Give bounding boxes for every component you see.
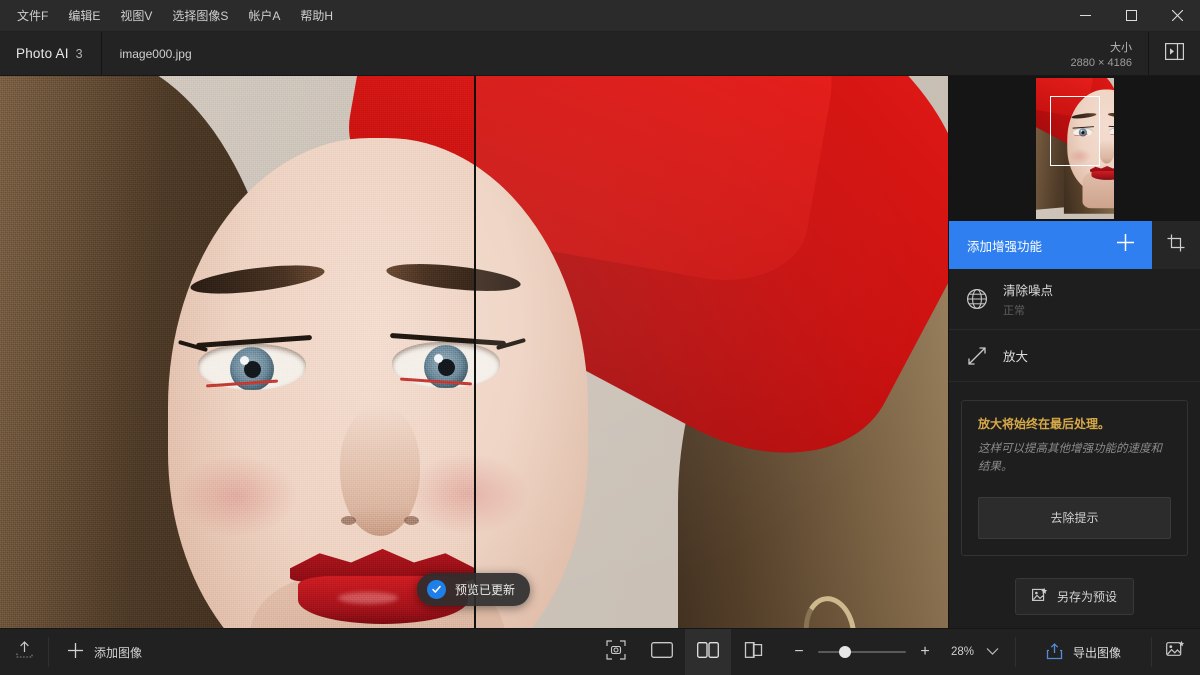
- menu-account[interactable]: 帐户A: [239, 6, 289, 26]
- share-button[interactable]: [0, 629, 48, 675]
- view-mode-split[interactable]: [684, 629, 731, 675]
- split-pane-icon: [697, 641, 719, 663]
- filename-label: image000.jpg: [119, 46, 192, 61]
- right-panel: 添加增强功能 清除噪点 正常 放大 放大将始终在最后处理。 这样可以提高其他增强…: [948, 76, 1200, 628]
- close-button[interactable]: [1154, 0, 1200, 31]
- size-label: 大小: [1110, 41, 1132, 54]
- filename-tab[interactable]: image000.jpg: [102, 32, 210, 75]
- face-detect-icon: [606, 639, 626, 665]
- zoom-value: 28%: [950, 646, 974, 658]
- menu-select-image[interactable]: 选择图像S: [163, 6, 237, 26]
- menu-help[interactable]: 帮助H: [291, 6, 342, 26]
- bottom-toolbar-spacer: [160, 629, 593, 675]
- export-image-label: 导出图像: [1072, 645, 1121, 660]
- app-header: Photo AI 3 image000.jpg 大小 2880 × 4186: [0, 32, 1200, 76]
- after-image: [476, 76, 948, 628]
- feature-upscale[interactable]: 放大: [949, 330, 1200, 382]
- add-enhancement-button[interactable]: 添加增强功能: [949, 221, 1152, 269]
- export-share-icon: [1046, 642, 1063, 663]
- preview-updated-toast: 预览已更新: [417, 573, 531, 606]
- plus-icon: [1116, 233, 1135, 257]
- toggle-right-panel-icon: [1165, 42, 1184, 65]
- toast-label: 预览已更新: [455, 583, 516, 597]
- feature-denoise[interactable]: 清除噪点 正常: [949, 269, 1200, 330]
- title-bar: 文件F 编辑E 视图V 选择图像S 帐户A 帮助H: [0, 0, 1200, 32]
- image-settings-button[interactable]: [1152, 629, 1200, 675]
- add-enhancement-label: 添加增强功能: [967, 239, 1043, 254]
- app-version: 3: [75, 46, 83, 61]
- zoom-slider-knob[interactable]: [839, 646, 852, 658]
- window-controls: [1062, 0, 1200, 31]
- view-mode-face-detect[interactable]: [593, 629, 639, 675]
- feature-upscale-texts: 放大: [1003, 346, 1028, 365]
- share-up-icon: [15, 640, 34, 664]
- save-preset-row: 另存为预设: [949, 577, 1200, 615]
- compare-pane-icon: [743, 641, 765, 663]
- photo-ai-window: 文件F 编辑E 视图V 选择图像S 帐户A 帮助H Photo AI 3 ima…: [0, 0, 1200, 675]
- upscale-arrows-icon: [965, 345, 989, 367]
- crop-button[interactable]: [1152, 221, 1200, 269]
- chevron-down-icon: [986, 643, 999, 661]
- feature-upscale-title: 放大: [1003, 350, 1029, 364]
- titlebar-spacer: [342, 0, 1062, 31]
- feature-denoise-title: 清除噪点: [1003, 284, 1054, 298]
- app-name: Photo AI: [16, 46, 69, 61]
- brand: Photo AI 3: [0, 32, 102, 75]
- check-circle-icon: [427, 580, 446, 599]
- navigator-thumbnail[interactable]: [1035, 78, 1114, 219]
- save-preset-label: 另存为预设: [1056, 589, 1117, 604]
- tip-body: 这样可以提高其他增强功能的速度和结果。: [978, 443, 1162, 473]
- feature-denoise-subtitle: 正常: [1003, 305, 1025, 317]
- image-size-info: 大小 2880 × 4186: [1059, 32, 1148, 75]
- view-mode-group: [593, 629, 777, 675]
- export-image-button[interactable]: 导出图像: [1016, 629, 1151, 675]
- save-preset-icon: [1032, 587, 1048, 606]
- denoise-globe-icon: [965, 288, 989, 310]
- image-settings-icon: [1166, 640, 1186, 664]
- upscale-tip-box: 放大将始终在最后处理。 这样可以提高其他增强功能的速度和结果。 去除提示: [961, 400, 1188, 556]
- canvas-before-pane[interactable]: [0, 76, 474, 628]
- panel-toggle-button[interactable]: [1148, 32, 1200, 75]
- before-image: [0, 76, 474, 628]
- add-image-label: 添加图像: [94, 645, 143, 660]
- minimize-button[interactable]: [1062, 0, 1108, 31]
- zoom-slider[interactable]: [817, 646, 906, 658]
- dismiss-tip-button[interactable]: 去除提示: [978, 496, 1171, 539]
- menu-view[interactable]: 视图V: [111, 6, 161, 26]
- image-canvas[interactable]: 预览已更新: [0, 76, 948, 628]
- menu-file[interactable]: 文件F: [8, 6, 57, 26]
- canvas-split-divider[interactable]: [474, 76, 476, 628]
- zoom-control: − + 28%: [777, 629, 1015, 675]
- add-image-button[interactable]: 添加图像: [49, 629, 160, 675]
- menu-bar: 文件F 编辑E 视图V 选择图像S 帐户A 帮助H: [0, 0, 342, 31]
- view-mode-single[interactable]: [639, 629, 685, 675]
- crop-icon: [1167, 234, 1185, 257]
- main-area: 预览已更新 添加增强功能 清除噪点 正常 放大 放大将始终在最后处理。 这样可以…: [0, 76, 1200, 628]
- right-panel-filler: [949, 615, 1200, 628]
- zoom-in-button[interactable]: +: [917, 643, 933, 661]
- navigator-selection-box[interactable]: [1049, 96, 1100, 166]
- navigator-area[interactable]: [949, 76, 1200, 221]
- tip-heading: 放大将始终在最后处理。: [978, 417, 1111, 431]
- plus-icon: [67, 642, 84, 662]
- canvas-after-pane[interactable]: [476, 76, 948, 628]
- save-preset-button[interactable]: 另存为预设: [1014, 577, 1134, 615]
- maximize-button[interactable]: [1108, 0, 1154, 31]
- header-spacer: [210, 32, 1059, 75]
- view-mode-compare[interactable]: [731, 629, 777, 675]
- feature-denoise-texts: 清除噪点 正常: [1003, 280, 1053, 318]
- single-pane-icon: [651, 641, 673, 663]
- menu-edit[interactable]: 编辑E: [59, 6, 109, 26]
- add-enhancement-row: 添加增强功能: [949, 221, 1200, 269]
- zoom-out-button[interactable]: −: [791, 643, 807, 661]
- bottom-toolbar: 添加图像 − + 28% 导出图像: [0, 628, 1200, 675]
- size-value: 2880 × 4186: [1070, 56, 1132, 69]
- zoom-dropdown-button[interactable]: [985, 643, 1001, 661]
